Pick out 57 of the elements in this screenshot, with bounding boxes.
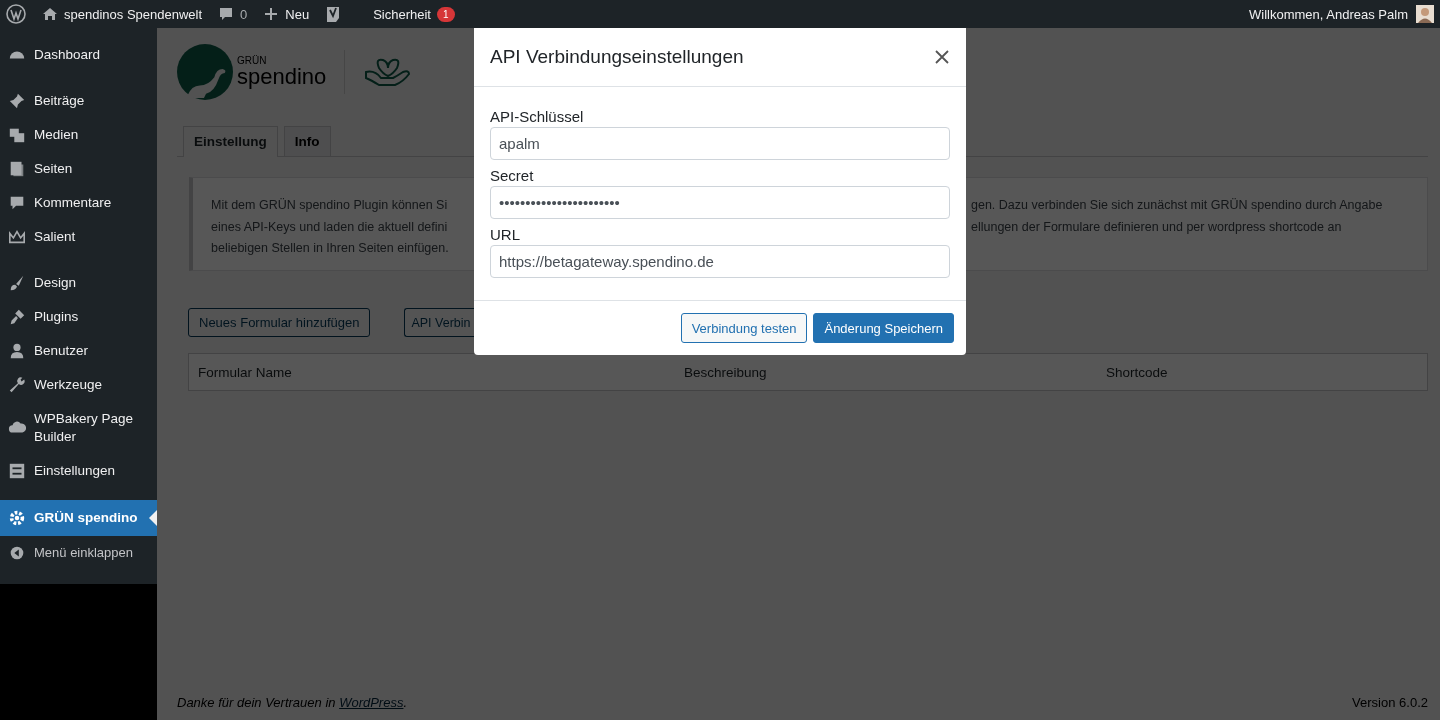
- close-icon[interactable]: [934, 49, 950, 65]
- sidebar-item[interactable]: WPBakery Page Builder: [0, 402, 157, 454]
- sidebar-item[interactable]: Design: [0, 266, 157, 300]
- wordpress-logo-icon[interactable]: [6, 4, 26, 24]
- avatar-icon[interactable]: [1416, 5, 1434, 23]
- gear-icon: [8, 509, 26, 527]
- input-field[interactable]: https://betagateway.spendino.de: [490, 245, 950, 278]
- comment-count: 0: [240, 6, 248, 22]
- column-header: Beschreibung: [684, 364, 768, 380]
- input-field[interactable]: •••••••••••••••••••••••: [490, 186, 950, 219]
- media-icon: [8, 126, 26, 144]
- dialog-title: API Verbindungseinstellungen: [490, 46, 744, 68]
- field-label: API-Schlüssel: [490, 107, 585, 127]
- wrench-icon: [8, 376, 26, 394]
- field-label: Secret: [490, 166, 535, 186]
- collapse-menu-button[interactable]: Menü einklappen: [0, 536, 157, 570]
- notice-text: gen. Dazu verbinden Sie sich zunächst mit GRÜN spendino durch Angabe: [971, 197, 1383, 214]
- security-link[interactable]: Sicherheit: [373, 6, 431, 22]
- site-name-link[interactable]: spendinos Spendenwelt: [64, 6, 203, 22]
- notice-text: eines API-Keys und laden die aktuell defini: [211, 218, 449, 236]
- crown-icon: [8, 228, 26, 246]
- user-icon: [8, 342, 26, 360]
- sidebar-item[interactable]: Kommentare: [0, 186, 157, 220]
- footer-text: Danke für dein Vertrauen in WordPress.: [177, 695, 408, 710]
- sidebar-item[interactable]: Plugins: [0, 300, 157, 334]
- notification-badge: 1: [436, 6, 455, 22]
- greeting-link[interactable]: Willkommen, Andreas Palm: [1249, 6, 1408, 22]
- brand-name: spendino: [237, 66, 327, 88]
- sidebar-item[interactable]: Benutzer: [0, 334, 157, 368]
- field-label: URL: [490, 225, 521, 245]
- brand-text: GRÜN: [237, 56, 268, 66]
- notice-text: Mit dem GRÜN spendino Plugin können Si: [211, 197, 449, 214]
- plus-icon: [263, 6, 280, 22]
- comment-icon[interactable]: [218, 6, 235, 22]
- save-button[interactable]: Änderung Speichern: [813, 313, 954, 343]
- test-connection-button[interactable]: Verbindung testen: [680, 313, 808, 343]
- home-icon: [42, 6, 58, 22]
- new-link[interactable]: Neu: [285, 6, 310, 22]
- sidebar-item[interactable]: Einstellungen: [0, 454, 157, 488]
- column-header: Shortcode: [1106, 364, 1169, 380]
- sidebar-item[interactable]: Medien: [0, 118, 157, 152]
- pages-icon: [8, 160, 26, 178]
- notice-text: beliebigen Stellen in Ihren Seiten einfügen.: [211, 240, 450, 257]
- version-text: Version 6.0.2: [1352, 695, 1428, 710]
- sidebar-item[interactable]: GRÜN spendino: [0, 500, 157, 536]
- sidebar-item[interactable]: Beiträge: [0, 84, 157, 118]
- input-field[interactable]: apalm: [490, 127, 950, 160]
- seo-plugin-icon[interactable]: [325, 5, 342, 23]
- notice-text: ellungen der Formulare definieren und per wordpress shortcode an: [971, 218, 1343, 236]
- plug-icon: [8, 308, 26, 326]
- sidebar-item[interactable]: Salient: [0, 220, 157, 254]
- sidebar-item[interactable]: Werkzeuge: [0, 368, 157, 402]
- column-header: Formular Name: [198, 364, 293, 380]
- brush-icon: [8, 274, 26, 292]
- dinosaur-logo-icon: [177, 44, 233, 100]
- sidebar-item[interactable]: Dashboard: [0, 38, 157, 72]
- sidebar-item[interactable]: Seiten: [0, 152, 157, 186]
